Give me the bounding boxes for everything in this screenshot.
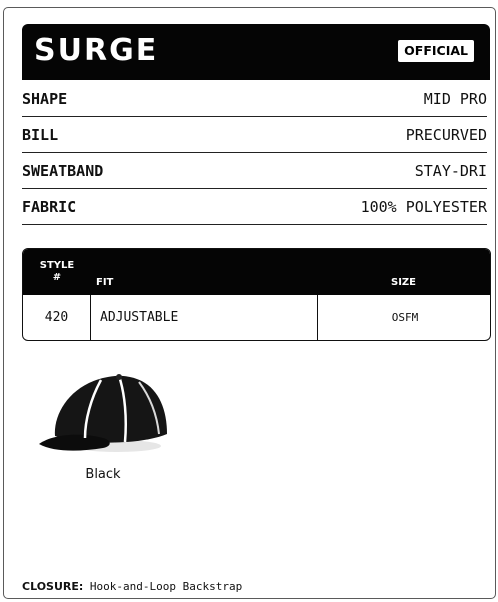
spec-row-bill: BILL PRECURVED — [22, 117, 487, 153]
cell-fit: ADJUSTABLE — [91, 295, 318, 340]
cell-size: OSFM — [391, 311, 419, 324]
style-table: STYLE # FIT SIZE 420 ADJUSTABLE OSFM — [22, 248, 491, 341]
spec-row-fabric: FABRIC 100% POLYESTER — [22, 189, 487, 225]
cap-image — [39, 374, 168, 452]
column-header-style: STYLE # — [39, 260, 75, 283]
closure-value: Hook-and-Loop Backstrap — [89, 580, 243, 593]
spec-label: SWEATBAND — [22, 161, 104, 180]
spec-value: 100% POLYESTER — [360, 197, 487, 216]
spec-label: SHAPE — [22, 89, 68, 108]
closure-info: CLOSURE: Hook-and-Loop Backstrap — [22, 580, 242, 593]
spec-value: PRECURVED — [405, 125, 487, 144]
spec-row-sweatband: SWEATBAND STAY-DRI — [22, 153, 487, 189]
spec-value: MID PRO — [423, 89, 487, 108]
spec-value: STAY-DRI — [414, 161, 487, 180]
column-header-size: SIZE — [391, 277, 417, 288]
spec-row-shape: SHAPE MID PRO — [22, 81, 487, 117]
table-row: 420 ADJUSTABLE OSFM — [23, 295, 490, 340]
color-swatch-black[interactable] — [33, 372, 173, 456]
product-header: SURGE OFFICIAL — [22, 24, 490, 80]
color-name: Black — [85, 467, 121, 482]
cell-style: 420 — [23, 295, 91, 340]
closure-label: CLOSURE: — [22, 580, 84, 593]
official-badge: OFFICIAL — [398, 40, 474, 62]
table-header: STYLE # FIT SIZE — [23, 249, 490, 295]
product-title: SURGE — [34, 33, 159, 68]
spec-label: FABRIC — [22, 197, 77, 216]
spec-label: BILL — [22, 125, 59, 144]
column-header-fit: FIT — [96, 277, 114, 288]
